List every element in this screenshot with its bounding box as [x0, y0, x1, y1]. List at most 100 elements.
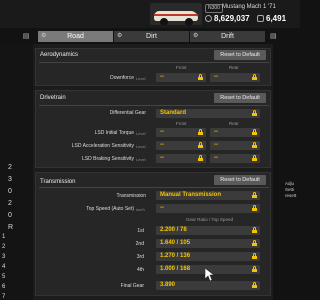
lock-icon [252, 205, 257, 211]
section-title: Aerodynamics [40, 52, 79, 58]
car-class-badge: N300 [205, 4, 223, 13]
aerodynamics-section: Aerodynamics Reset to Default Front Rear… [35, 48, 271, 86]
left-item: 4 [2, 264, 6, 270]
credits-icon [205, 15, 212, 22]
road-icon: ⚙ [41, 33, 47, 39]
settings-panel: Aerodynamics Reset to Default Front Rear… [33, 44, 273, 300]
topspeed-field[interactable]: -- [156, 204, 260, 213]
lsd-accel-label: LSD Acceleration Sensitivity [71, 143, 134, 149]
gear-4th-label: 4th [137, 267, 144, 273]
gear-2nd-field[interactable]: 1.640 / 105 [156, 239, 260, 248]
lock-icon [252, 129, 257, 135]
diff-gear-label: Differential Gear [109, 110, 146, 116]
gear-1st-field[interactable]: 2.200 / 78 [156, 226, 260, 235]
lock-icon [198, 129, 203, 135]
left-item: 2 [8, 200, 12, 207]
help-text: Setti [285, 187, 295, 192]
left-item: R [8, 224, 14, 231]
r1-button-icon[interactable]: ▤ [270, 32, 280, 41]
lock-icon [252, 110, 257, 116]
final-gear-field[interactable]: 3.890 [156, 281, 260, 290]
mouse-cursor-icon [205, 268, 215, 282]
col-rear: Rear [229, 121, 239, 126]
gear-ratio-header: Gear Ratio / Top Speed [186, 217, 233, 222]
credits-value: 8,629,037 [214, 14, 250, 23]
lsd-accel-front-field[interactable]: -- [156, 141, 206, 150]
gear-3rd-label: 3rd [136, 254, 144, 260]
col-front: Front [176, 121, 187, 126]
transmission-section: Transmission Reset to Default Transmissi… [35, 172, 271, 296]
downforce-label: Downforce [110, 75, 134, 81]
transmission-label: Transmission [116, 193, 146, 199]
l1-button-icon[interactable]: ▤ [21, 32, 31, 41]
divider [39, 187, 269, 188]
downforce-rear-field[interactable]: -- [210, 73, 260, 82]
left-item: 0 [8, 212, 12, 219]
lock-icon [252, 282, 257, 288]
lock-icon [252, 142, 257, 148]
topspeed-unit: km/h [136, 207, 145, 212]
lsd-accel-unit: Level [136, 144, 146, 149]
left-item: 2 [8, 164, 12, 171]
car-thumbnail [150, 3, 202, 25]
aero-reset-button[interactable]: Reset to Default [214, 50, 266, 60]
divider [39, 62, 269, 63]
lock-icon [252, 253, 257, 259]
lock-icon [252, 192, 257, 198]
mileage-value: 6,491 [266, 14, 287, 23]
gear-1st-label: 1st [137, 228, 144, 234]
lock-icon [252, 74, 257, 80]
drivetrain-reset-button[interactable]: Reset to Default [214, 93, 266, 103]
left-item: 0 [8, 188, 12, 195]
left-item: 1 [2, 234, 6, 240]
mileage-icon [257, 15, 264, 22]
lock-icon [252, 240, 257, 246]
tab-road[interactable]: ⚙ Road [38, 31, 113, 42]
help-text: resett [285, 193, 297, 198]
col-rear: Rear [229, 65, 239, 70]
lsd-braking-label: LSD Braking Sensitivity [82, 156, 134, 162]
transmission-field[interactable]: Manual Transmission [156, 191, 260, 200]
diff-gear-field[interactable]: Standard [156, 109, 260, 118]
left-item: 5 [2, 274, 6, 280]
lsd-braking-front-field[interactable]: -- [156, 154, 206, 163]
lock-icon [252, 155, 257, 161]
lock-icon [198, 155, 203, 161]
topspeed-label: Top Speed (Auto Set) [86, 206, 134, 212]
lock-icon [198, 142, 203, 148]
right-panel: Adju Setti resett [273, 44, 300, 300]
downforce-unit: Level [136, 76, 146, 81]
section-title: Transmission [40, 179, 76, 185]
left-panel: 2 3 0 2 0 R 1 2 3 4 5 6 7 [0, 44, 33, 300]
downforce-front-field[interactable]: -- [156, 73, 206, 82]
lsd-braking-unit: Level [136, 157, 146, 162]
drivetrain-section: Drivetrain Reset to Default Differential… [35, 90, 271, 168]
left-item: 7 [2, 294, 6, 300]
gear-2nd-label: 2nd [135, 241, 144, 247]
left-item: 3 [2, 254, 6, 260]
lsd-initial-front-field[interactable]: -- [156, 128, 206, 137]
left-item: 3 [8, 176, 12, 183]
lsd-initial-unit: Level [136, 131, 146, 136]
lsd-accel-rear-field[interactable]: -- [210, 141, 260, 150]
top-bar: N300 Mustang Mach 1 '71 8,629,037 6,491 [0, 0, 300, 28]
left-item: 6 [2, 284, 6, 290]
car-name: Mustang Mach 1 '71 [222, 4, 276, 10]
divider [39, 105, 269, 106]
lsd-braking-rear-field[interactable]: -- [210, 154, 260, 163]
gear-3rd-field[interactable]: 1.270 / 136 [156, 252, 260, 261]
left-item: 2 [2, 244, 6, 250]
tab-drift[interactable]: ⚙ Drift [190, 31, 265, 42]
lsd-initial-label: LSD Initial Torque [94, 130, 134, 136]
tab-dirt[interactable]: ⚙ Dirt [114, 31, 189, 42]
dirt-icon: ⚙ [117, 33, 123, 39]
drift-icon: ⚙ [193, 33, 199, 39]
transmission-reset-button[interactable]: Reset to Default [214, 175, 266, 185]
help-text: Adju [285, 181, 295, 186]
lsd-initial-rear-field[interactable]: -- [210, 128, 260, 137]
lock-icon [252, 266, 257, 272]
lock-icon [252, 227, 257, 233]
col-front: Front [176, 65, 187, 70]
section-title: Drivetrain [40, 95, 66, 101]
final-gear-label: Final Gear [120, 283, 144, 289]
